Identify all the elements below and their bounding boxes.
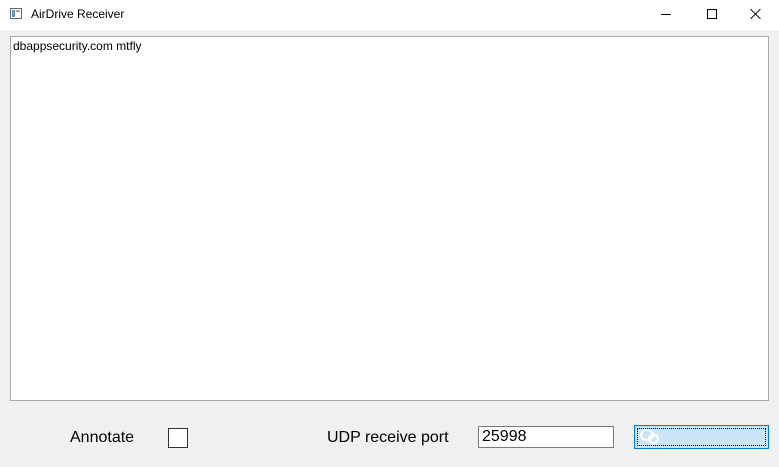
udp-port-input[interactable]: 25998	[478, 426, 614, 448]
maximize-icon	[707, 9, 717, 19]
wechat-watermark	[637, 424, 769, 450]
minimize-icon	[661, 14, 671, 15]
annotate-checkbox[interactable]	[168, 428, 188, 448]
close-icon	[750, 8, 762, 20]
close-button[interactable]	[733, 0, 779, 30]
window-title: AirDrive Receiver	[31, 7, 125, 21]
received-text-area[interactable]: dbappsecurity.com mtfly	[10, 36, 769, 401]
annotate-label: Annotate	[70, 429, 135, 446]
maximize-button[interactable]	[689, 0, 735, 30]
wechat-icon-small-bubble	[648, 434, 659, 444]
udp-port-label: UDP receive port	[327, 429, 449, 446]
minimize-button[interactable]	[643, 0, 689, 30]
main-window: AirDrive Receiver dbappsecurity.com mtfl…	[0, 0, 779, 467]
title-bar[interactable]: AirDrive Receiver	[0, 0, 779, 30]
window-app-icon[interactable]	[10, 8, 22, 19]
